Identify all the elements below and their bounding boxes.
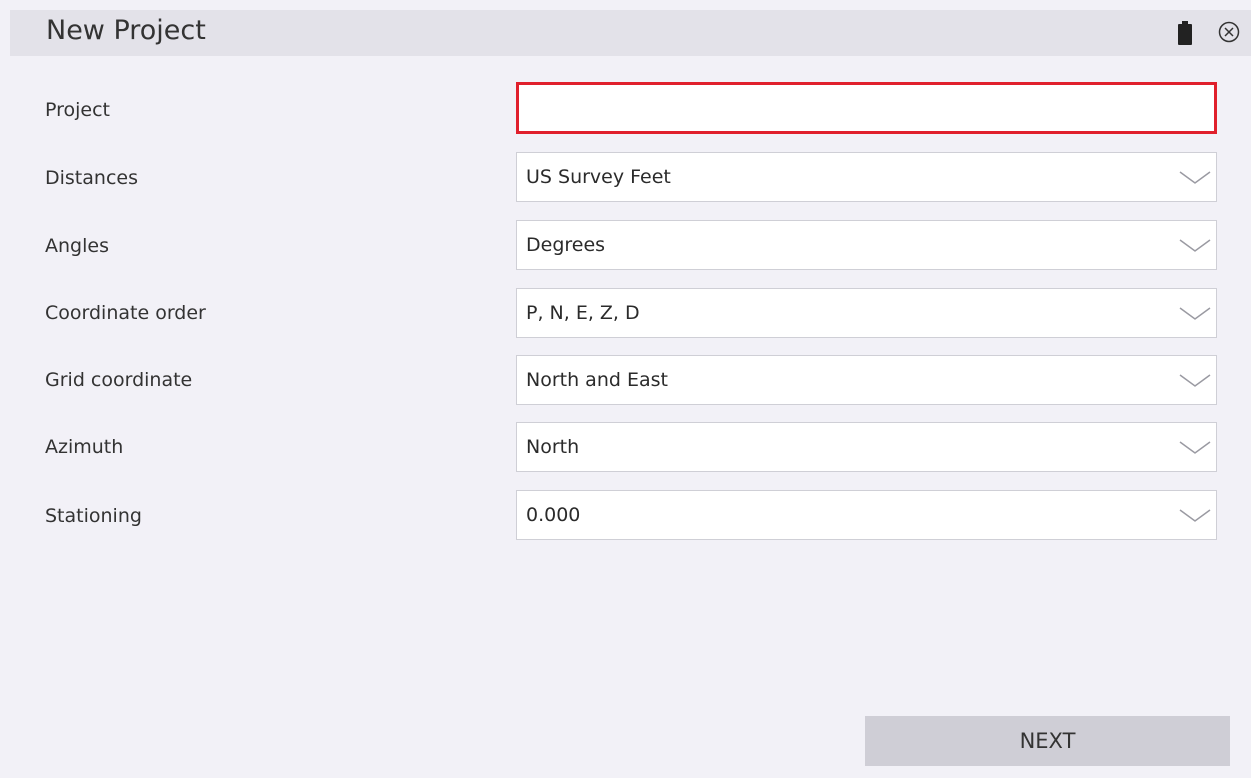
grid-coordinate-select[interactable]: North and East: [516, 355, 1217, 405]
chevron-down-icon: [1179, 374, 1211, 387]
stationing-label: Stationing: [45, 505, 142, 527]
close-icon[interactable]: [1218, 21, 1240, 43]
chevron-down-icon: [1179, 171, 1211, 184]
angles-value: Degrees: [526, 234, 606, 256]
azimuth-label: Azimuth: [45, 436, 124, 458]
window-title: New Project: [46, 15, 206, 46]
chevron-down-icon: [1179, 509, 1211, 522]
project-label: Project: [45, 99, 111, 121]
grid-coordinate-label: Grid coordinate: [45, 369, 193, 391]
next-button[interactable]: NEXT: [865, 716, 1230, 766]
battery-icon: [1178, 21, 1192, 45]
project-field[interactable]: [516, 82, 1217, 134]
azimuth-value: North: [526, 436, 580, 458]
coordinate-order-label: Coordinate order: [45, 302, 206, 324]
distances-select[interactable]: US Survey Feet: [516, 152, 1217, 202]
distances-label: Distances: [45, 167, 138, 189]
project-input[interactable]: [519, 85, 1214, 131]
grid-coordinate-value: North and East: [526, 369, 668, 391]
stationing-value: 0.000: [526, 504, 581, 526]
azimuth-select[interactable]: North: [516, 422, 1217, 472]
chevron-down-icon: [1179, 239, 1211, 252]
angles-select[interactable]: Degrees: [516, 220, 1217, 270]
chevron-down-icon: [1179, 307, 1211, 320]
angles-label: Angles: [45, 235, 109, 257]
coordinate-order-value: P, N, E, Z, D: [526, 302, 640, 324]
distances-value: US Survey Feet: [526, 166, 671, 188]
title-bar: New Project: [10, 10, 1251, 56]
stationing-select[interactable]: 0.000: [516, 490, 1217, 540]
coordinate-order-select[interactable]: P, N, E, Z, D: [516, 288, 1217, 338]
chevron-down-icon: [1179, 441, 1211, 454]
